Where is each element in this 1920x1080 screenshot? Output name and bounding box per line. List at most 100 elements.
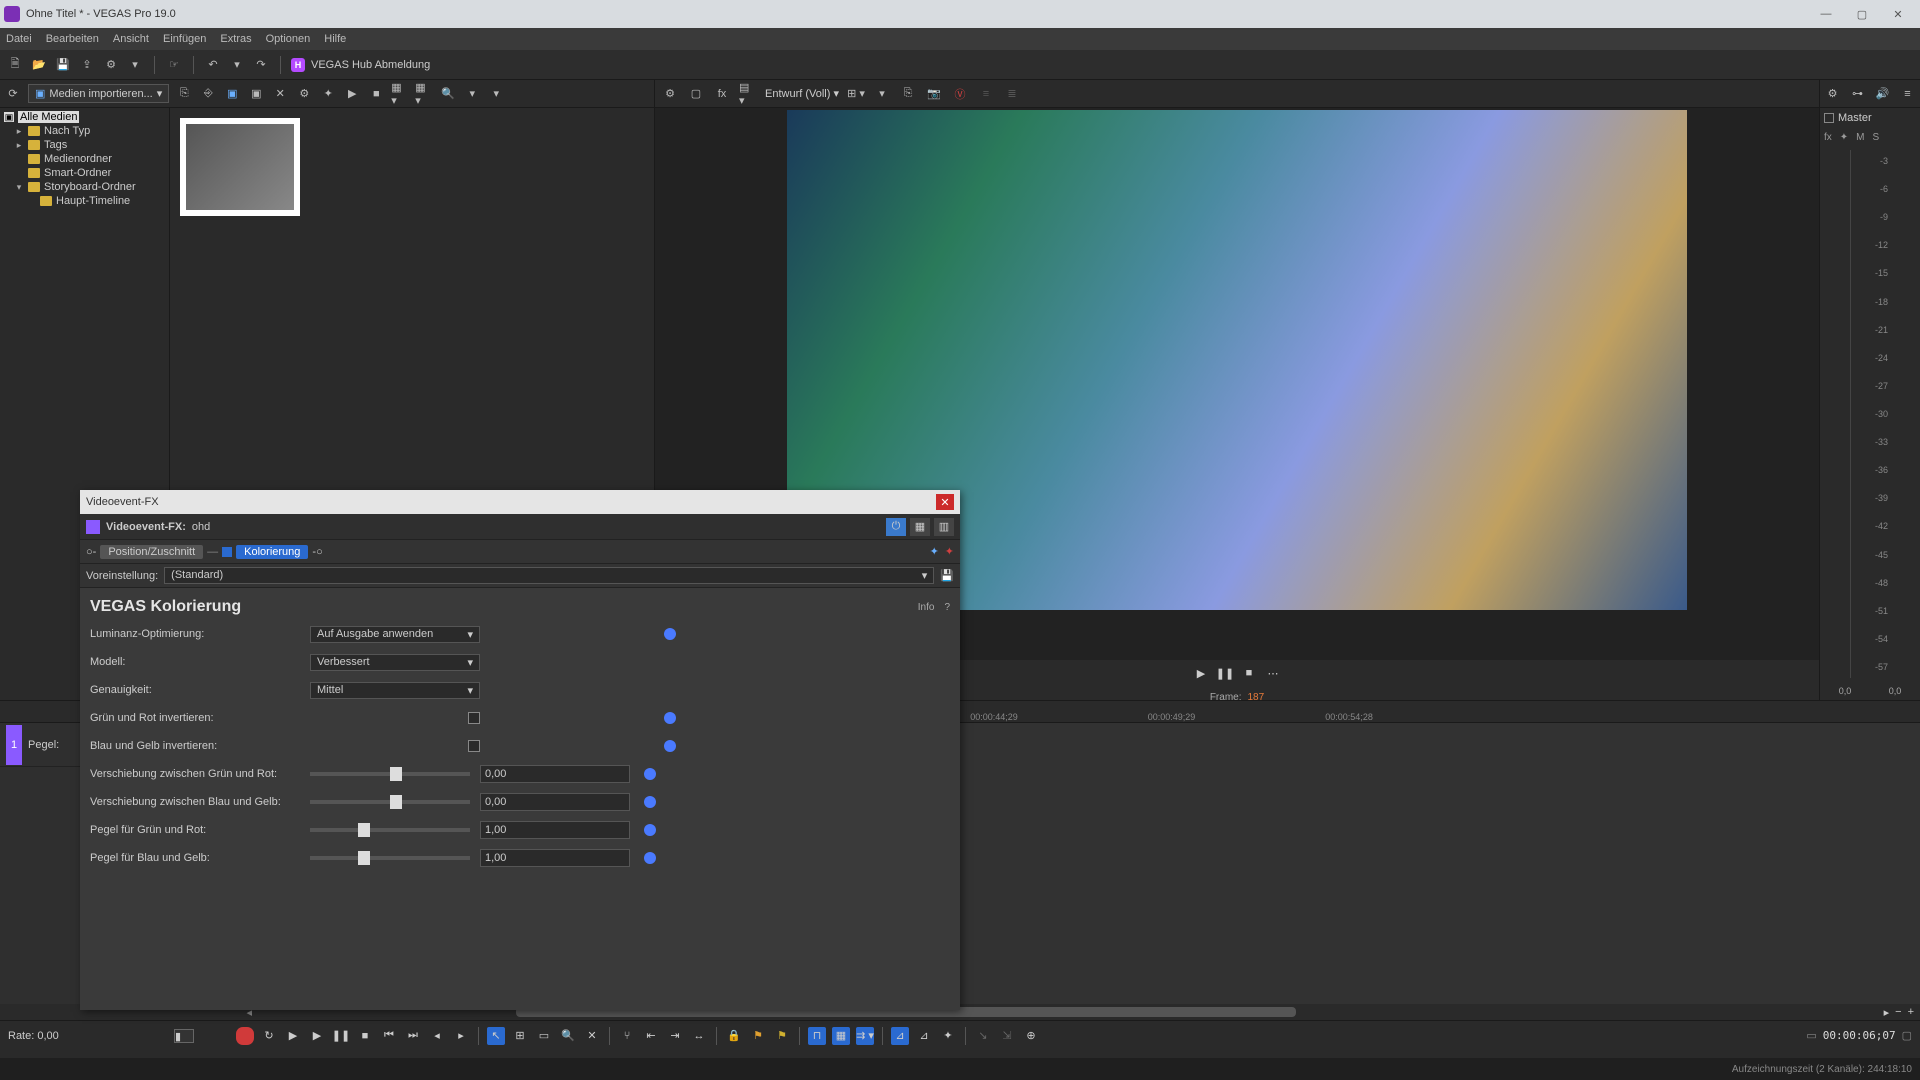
chevron-down-icon[interactable]: ▾ bbox=[126, 56, 144, 74]
menu-help[interactable]: Hilfe bbox=[324, 33, 346, 45]
next-frame-button[interactable]: ▸ bbox=[452, 1027, 470, 1045]
maximize-button[interactable]: ▢ bbox=[1844, 4, 1880, 24]
go-end-button[interactable]: ⏭ bbox=[404, 1027, 422, 1045]
rate-scrubber[interactable]: ▮ bbox=[174, 1029, 194, 1043]
record-button[interactable] bbox=[236, 1027, 254, 1045]
fx-view1-button[interactable]: ▦ bbox=[910, 518, 930, 536]
fx-shift-gr-slider[interactable] bbox=[310, 772, 470, 776]
master-mute-button[interactable]: M bbox=[1856, 132, 1864, 143]
fx-info-link[interactable]: Info bbox=[918, 602, 935, 613]
tree-item-by-type[interactable]: ▸Nach Typ bbox=[2, 124, 167, 138]
keyframe-icon[interactable] bbox=[644, 852, 656, 864]
master-insert-icon[interactable]: ⊶ bbox=[1849, 85, 1867, 103]
split-screen-icon[interactable]: ▤ ▾ bbox=[739, 85, 757, 103]
auto-ripple-button[interactable]: ⇉ ▾ bbox=[856, 1027, 874, 1045]
open-folder-icon[interactable]: 📂 bbox=[30, 56, 48, 74]
scopes-icon[interactable]: ≡ bbox=[977, 85, 995, 103]
tree-item-storyboard[interactable]: ▾Storyboard-Ordner bbox=[2, 180, 167, 194]
crossfade-off-button[interactable]: ⊿ bbox=[915, 1027, 933, 1045]
media-stop-icon[interactable]: ■ bbox=[367, 85, 385, 103]
stop-button[interactable]: ■ bbox=[356, 1027, 374, 1045]
search-icon[interactable]: 🔍 bbox=[439, 85, 457, 103]
record-badge-icon[interactable]: Ⓥ bbox=[951, 85, 969, 103]
play-button[interactable]: ▶ bbox=[308, 1027, 326, 1045]
fx-preset-dropdown[interactable]: (Standard)▾ bbox=[164, 567, 934, 584]
marker-flag1-icon[interactable]: ⚑ bbox=[749, 1027, 767, 1045]
fx-close-button[interactable]: ✕ bbox=[936, 494, 954, 510]
fx-chain-end-icon[interactable]: -○ bbox=[312, 546, 322, 558]
envelope-tool[interactable]: ▭ bbox=[535, 1027, 553, 1045]
master-checkbox-icon[interactable] bbox=[1824, 113, 1834, 123]
undo-dropdown-icon[interactable]: ▾ bbox=[228, 56, 246, 74]
fx-shift-by-input[interactable]: 0,00 bbox=[480, 793, 630, 811]
preview-quality-dropdown[interactable]: Entwurf (Voll) ▾ bbox=[765, 87, 839, 100]
tree-item-smart-folders[interactable]: Smart-Ordner bbox=[2, 166, 167, 180]
media-thumbnail[interactable] bbox=[180, 118, 300, 216]
fx-chain-enabled-icon[interactable] bbox=[222, 547, 232, 557]
trim-start-tool[interactable]: ⇤ bbox=[642, 1027, 660, 1045]
fx-shift-by-slider[interactable] bbox=[310, 800, 470, 804]
auto-crossfade-button[interactable]: ⊿ bbox=[891, 1027, 909, 1045]
master-fx-button[interactable]: fx bbox=[1824, 132, 1832, 143]
preview-play-button[interactable]: ▶ bbox=[1193, 665, 1209, 681]
preview-props-icon[interactable]: ⚙ bbox=[661, 85, 679, 103]
fx-shift-gr-input[interactable]: 0,00 bbox=[480, 765, 630, 783]
external-monitor-icon[interactable]: ▢ bbox=[687, 85, 705, 103]
master-dim-icon[interactable]: ≡ bbox=[1899, 85, 1917, 103]
fx-lvl-by-slider[interactable] bbox=[310, 856, 470, 860]
fx-chain-position[interactable]: Position/Zuschnitt bbox=[100, 545, 203, 559]
tree-item-main-timeline[interactable]: Haupt-Timeline bbox=[2, 194, 167, 208]
keyframe-icon[interactable] bbox=[664, 712, 676, 724]
trim-end-tool[interactable]: ⇥ bbox=[666, 1027, 684, 1045]
zoom-tool[interactable]: 🔍 bbox=[559, 1027, 577, 1045]
get-media-icon[interactable]: ⎆ bbox=[199, 85, 217, 103]
menu-insert[interactable]: Einfügen bbox=[163, 33, 206, 45]
remove-media-blue-icon[interactable]: ▣ bbox=[223, 85, 241, 103]
zoom-in-icon[interactable]: + bbox=[1908, 1006, 1914, 1019]
tree-item-media-folders[interactable]: Medienordner bbox=[2, 152, 167, 166]
more-icon[interactable]: ≣ bbox=[1003, 85, 1021, 103]
normal-edit-tool[interactable]: ↖ bbox=[487, 1027, 505, 1045]
quantize-button[interactable]: ▦ bbox=[832, 1027, 850, 1045]
ignore-event-button[interactable]: ↘ bbox=[974, 1027, 992, 1045]
save-snapshot-icon[interactable]: 📷 bbox=[925, 85, 943, 103]
hub-label[interactable]: VEGAS Hub Abmeldung bbox=[311, 59, 430, 71]
lock-button[interactable]: 🔒 bbox=[725, 1027, 743, 1045]
slip-tool[interactable]: ↔ bbox=[690, 1027, 708, 1045]
fx-dialog-titlebar[interactable]: Videoevent-FX ✕ bbox=[80, 490, 960, 514]
fx-inv-by-checkbox[interactable] bbox=[468, 740, 480, 752]
marker-flag2-icon[interactable]: ⚑ bbox=[773, 1027, 791, 1045]
menu-extras[interactable]: Extras bbox=[220, 33, 251, 45]
fx-lum-opt-dropdown[interactable]: Auf Ausgabe anwenden▾ bbox=[310, 626, 480, 643]
undo-icon[interactable]: ↶ bbox=[204, 56, 222, 74]
keyframe-icon[interactable] bbox=[644, 768, 656, 780]
keyframe-icon[interactable] bbox=[664, 740, 676, 752]
fx-model-dropdown[interactable]: Verbessert▾ bbox=[310, 654, 480, 671]
snap-button[interactable]: ⊓ bbox=[808, 1027, 826, 1045]
thumb-size-icon[interactable]: ▦ ▾ bbox=[415, 85, 433, 103]
tree-item-tags[interactable]: ▸Tags bbox=[2, 138, 167, 152]
zoom-out-icon[interactable]: − bbox=[1895, 1006, 1901, 1019]
properties-icon[interactable]: ⚙ bbox=[102, 56, 120, 74]
fx-help-link[interactable]: ? bbox=[944, 602, 950, 613]
render-icon[interactable]: ⇪ bbox=[78, 56, 96, 74]
tag-dropdown-icon[interactable]: ▾ bbox=[487, 85, 505, 103]
hscroll-right-arrow[interactable]: ▸ bbox=[1884, 1006, 1890, 1019]
master-send-icon[interactable]: ✦ bbox=[1840, 132, 1848, 143]
keyframe-icon[interactable] bbox=[664, 628, 676, 640]
overlay-icon[interactable]: ⊞ ▾ bbox=[847, 85, 865, 103]
fx-lvl-by-input[interactable]: 1,00 bbox=[480, 849, 630, 867]
preview-more-button[interactable]: ⋯ bbox=[1265, 665, 1281, 681]
prev-frame-button[interactable]: ◂ bbox=[428, 1027, 446, 1045]
fx-lvl-gr-slider[interactable] bbox=[310, 828, 470, 832]
redo-icon[interactable]: ↷ bbox=[252, 56, 270, 74]
media-play-icon[interactable]: ▶ bbox=[343, 85, 361, 103]
keyframe-icon[interactable] bbox=[644, 796, 656, 808]
fx-chain-remove-icon[interactable]: ✦ bbox=[945, 545, 954, 558]
overlay2-icon[interactable]: ▾ bbox=[873, 85, 891, 103]
remove-unused-icon[interactable]: ▣ bbox=[247, 85, 265, 103]
hub-badge-icon[interactable]: H bbox=[291, 58, 305, 72]
menu-view[interactable]: Ansicht bbox=[113, 33, 149, 45]
menu-options[interactable]: Optionen bbox=[266, 33, 311, 45]
shuffle-tool[interactable]: ✕ bbox=[583, 1027, 601, 1045]
